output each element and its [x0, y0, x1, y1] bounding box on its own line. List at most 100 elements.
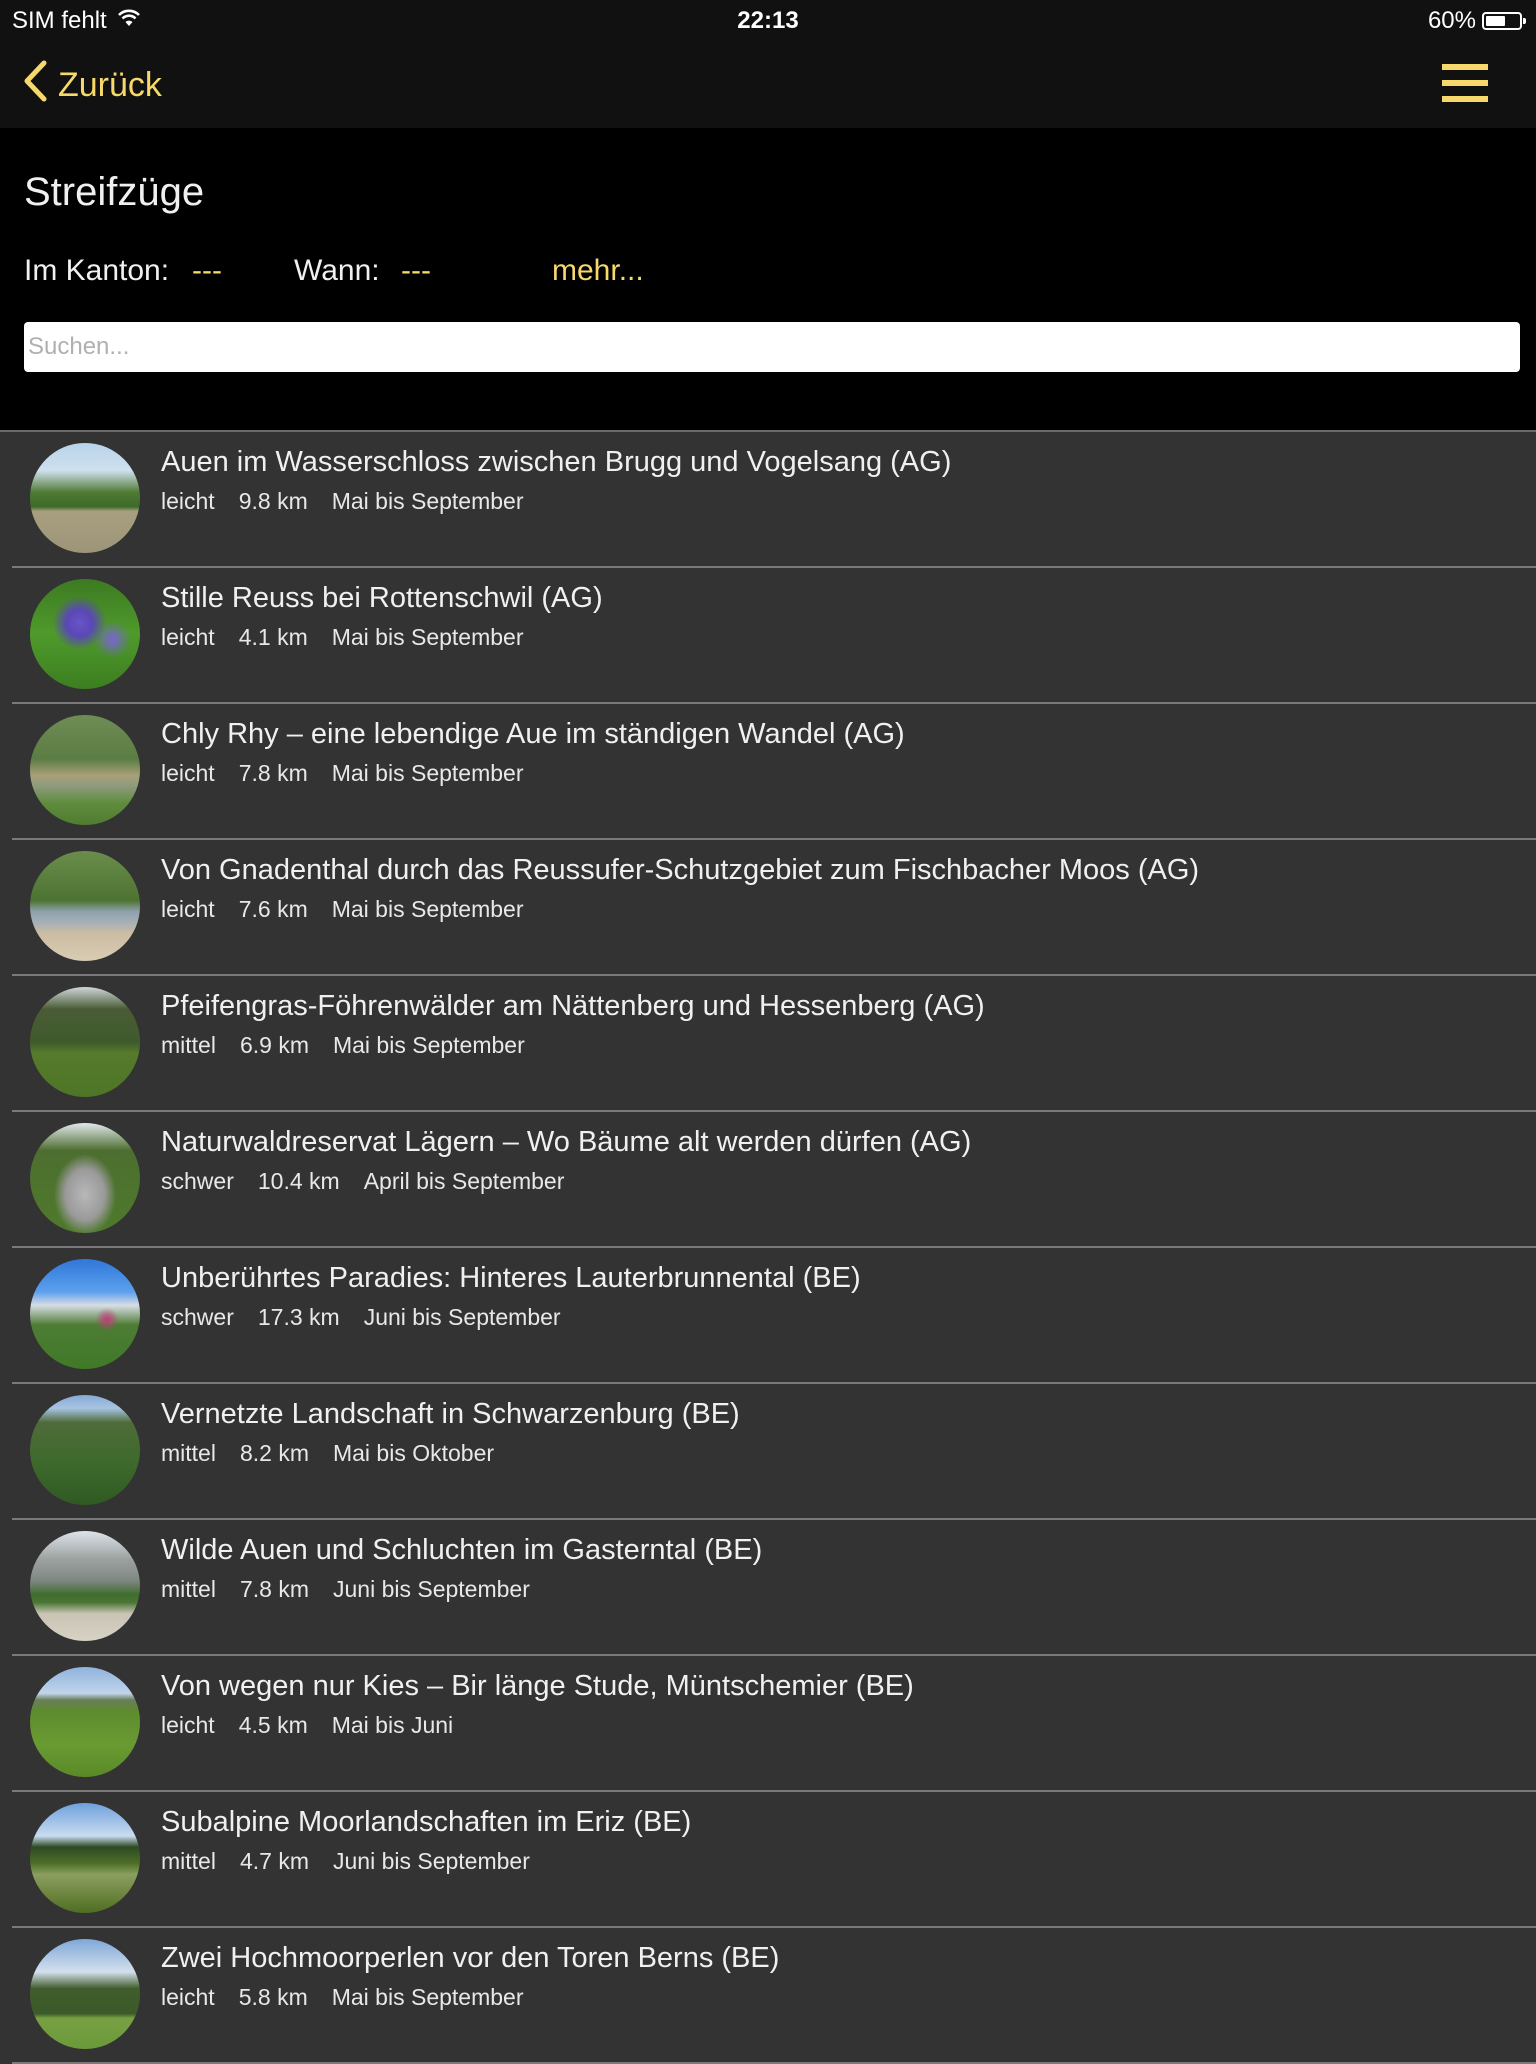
route-difficulty: mittel [161, 1440, 216, 1466]
route-title: Stille Reuss bei Rottenschwil (AG) [161, 582, 603, 614]
route-distance: 17.3 km [257, 1304, 340, 1330]
route-season: Mai bis September [331, 1984, 524, 2010]
route-list-item[interactable]: Unberührtes Paradies: Hinteres Lauterbru… [12, 1248, 1536, 1384]
route-thumbnail [30, 1395, 140, 1505]
route-season: Mai bis September [332, 1032, 525, 1058]
when-filter-label: Wann: [294, 254, 380, 287]
route-meta: leicht 4.5 km Mai bis Juni [161, 1712, 477, 1739]
route-meta: mittel 6.9 km Mai bis September [161, 1032, 549, 1059]
route-difficulty: schwer [161, 1304, 234, 1330]
route-thumbnail [30, 1667, 140, 1777]
route-season: Mai bis September [331, 488, 524, 514]
route-distance: 10.4 km [257, 1168, 340, 1194]
route-distance: 4.7 km [239, 1848, 309, 1874]
route-thumbnail [30, 1939, 140, 2049]
route-difficulty: leicht [161, 760, 215, 786]
route-difficulty: leicht [161, 488, 215, 514]
route-meta: leicht 7.6 km Mai bis September [161, 896, 547, 923]
route-title: Wilde Auen und Schluchten im Gasterntal … [161, 1534, 763, 1566]
route-difficulty: leicht [161, 1712, 215, 1738]
route-meta: mittel 4.7 km Juni bis September [161, 1848, 554, 1875]
route-thumbnail [30, 987, 140, 1097]
route-list-item[interactable]: Von wegen nur Kies – Bir länge Stude, Mü… [12, 1656, 1536, 1792]
route-distance: 7.8 km [238, 760, 308, 786]
route-list-item[interactable]: Auen im Wasserschloss zwischen Brugg und… [12, 432, 1536, 568]
route-distance: 7.8 km [239, 1576, 309, 1602]
navigation-bar: Zurück [0, 42, 1536, 128]
route-thumbnail [30, 1531, 140, 1641]
route-list-item[interactable]: Subalpine Moorlandschaften im Eriz (BE) m… [12, 1792, 1536, 1928]
page-title: Streifzüge [24, 170, 205, 214]
route-distance: 5.8 km [238, 1984, 308, 2010]
back-button[interactable]: Zurück [22, 60, 162, 111]
route-title: Subalpine Moorlandschaften im Eriz (BE) [161, 1806, 692, 1838]
route-meta: leicht 7.8 km Mai bis September [161, 760, 547, 787]
clock: 22:13 [737, 7, 799, 34]
canton-filter-value[interactable]: --- [192, 254, 222, 288]
route-meta: schwer 10.4 km April bis September [161, 1168, 588, 1195]
battery-status: 60% [1427, 7, 1526, 35]
route-title: Auen im Wasserschloss zwischen Brugg und… [161, 446, 952, 478]
route-list-item[interactable]: Zwei Hochmoorperlen vor den Toren Berns … [12, 1928, 1536, 2064]
route-season: Mai bis September [331, 624, 524, 650]
route-list: Auen im Wasserschloss zwischen Brugg und… [0, 430, 1536, 2064]
status-bar: SIM fehlt 22:13 60% [0, 0, 1536, 42]
route-title: Chly Rhy – eine lebendige Aue im ständig… [161, 718, 905, 750]
header: Streifzüge Im Kanton: --- Wann: --- mehr… [0, 128, 1536, 430]
route-meta: mittel 7.8 km Juni bis September [161, 1576, 554, 1603]
search-input[interactable] [24, 322, 1520, 372]
route-difficulty: mittel [161, 1848, 216, 1874]
route-meta: leicht 4.1 km Mai bis September [161, 624, 547, 651]
more-filters-link[interactable]: mehr... [552, 254, 644, 288]
route-thumbnail [30, 1123, 140, 1233]
route-list-item[interactable]: Pfeifengras-Föhrenwälder am Nättenberg u… [12, 976, 1536, 1112]
route-list-item[interactable]: Wilde Auen und Schluchten im Gasterntal … [12, 1520, 1536, 1656]
chevron-left-icon [22, 60, 48, 111]
hamburger-menu-icon[interactable] [1442, 62, 1488, 104]
route-distance: 7.6 km [238, 896, 308, 922]
route-thumbnail [30, 715, 140, 825]
route-list-item[interactable]: Vernetzte Landschaft in Schwarzenburg (B… [12, 1384, 1536, 1520]
route-title: Von Gnadenthal durch das Reussufer-Schut… [161, 854, 1200, 886]
route-thumbnail [30, 443, 140, 553]
route-difficulty: leicht [161, 624, 215, 650]
route-title: Vernetzte Landschaft in Schwarzenburg (B… [161, 1398, 740, 1430]
route-distance: 4.1 km [238, 624, 308, 650]
route-difficulty: leicht [161, 896, 215, 922]
route-difficulty: leicht [161, 1984, 215, 2010]
canton-filter-label: Im Kanton: [24, 254, 170, 287]
route-season: Juni bis September [363, 1304, 561, 1330]
route-season: Mai bis September [331, 896, 524, 922]
route-thumbnail [30, 579, 140, 689]
route-list-item[interactable]: Naturwaldreservat Lägern – Wo Bäume alt … [12, 1112, 1536, 1248]
route-meta: schwer 17.3 km Juni bis September [161, 1304, 585, 1331]
route-meta: leicht 5.8 km Mai bis September [161, 1984, 547, 2011]
battery-icon [1482, 12, 1526, 30]
back-label: Zurück [58, 66, 162, 104]
route-title: Pfeifengras-Föhrenwälder am Nättenberg u… [161, 990, 985, 1022]
route-difficulty: mittel [161, 1032, 216, 1058]
route-distance: 8.2 km [239, 1440, 309, 1466]
when-filter-value[interactable]: --- [401, 254, 431, 288]
route-season: Juni bis September [332, 1576, 530, 1602]
route-title: Naturwaldreservat Lägern – Wo Bäume alt … [161, 1126, 972, 1158]
route-thumbnail [30, 1803, 140, 1913]
route-difficulty: schwer [161, 1168, 234, 1194]
route-meta: mittel 8.2 km Mai bis Oktober [161, 1440, 518, 1467]
route-season: Juni bis September [332, 1848, 530, 1874]
route-season: Mai bis September [331, 760, 524, 786]
route-title: Unberührtes Paradies: Hinteres Lauterbru… [161, 1262, 861, 1294]
route-season: Mai bis Juni [331, 1712, 454, 1738]
route-list-item[interactable]: Stille Reuss bei Rottenschwil (AG) leicht… [12, 568, 1536, 704]
route-thumbnail [30, 1259, 140, 1369]
route-thumbnail [30, 851, 140, 961]
route-meta: leicht 9.8 km Mai bis September [161, 488, 547, 515]
route-distance: 6.9 km [239, 1032, 309, 1058]
route-distance: 9.8 km [238, 488, 308, 514]
route-title: Von wegen nur Kies – Bir länge Stude, Mü… [161, 1670, 914, 1702]
route-list-item[interactable]: Von Gnadenthal durch das Reussufer-Schut… [12, 840, 1536, 976]
battery-percent: 60% [1427, 7, 1476, 34]
route-season: Mai bis Oktober [332, 1440, 495, 1466]
route-title: Zwei Hochmoorperlen vor den Toren Berns … [161, 1942, 780, 1974]
route-list-item[interactable]: Chly Rhy – eine lebendige Aue im ständig… [12, 704, 1536, 840]
